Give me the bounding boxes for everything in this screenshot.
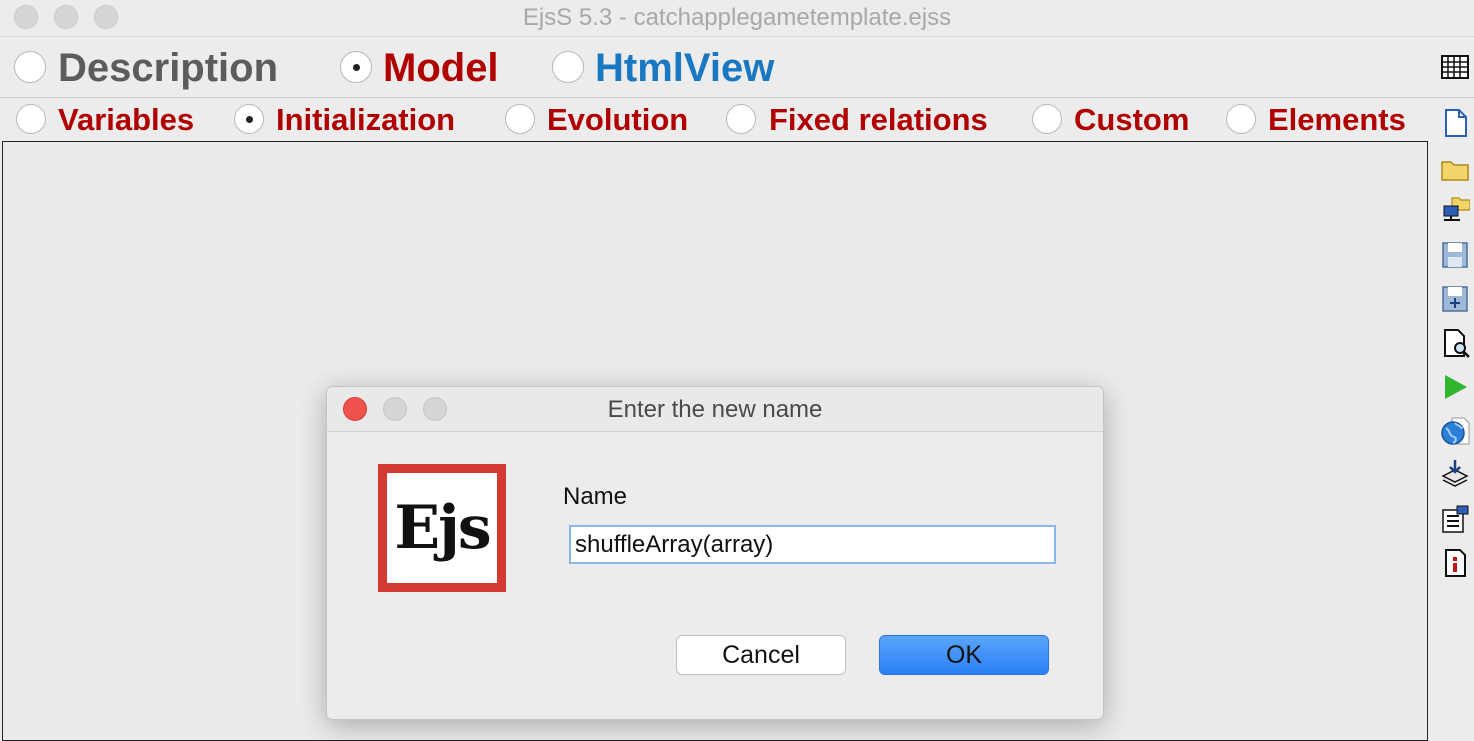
dialog-title: Enter the new name	[607, 396, 823, 423]
tab-description-radio[interactable]	[14, 51, 46, 83]
dialog-titlebar: Enter the new name	[327, 387, 1103, 432]
subtab-variables[interactable]: Variables	[58, 100, 194, 140]
run-icon[interactable]	[1440, 372, 1470, 402]
search-file-icon[interactable]	[1440, 328, 1470, 358]
tab-model-radio[interactable]	[340, 51, 372, 83]
right-toolbar	[1432, 40, 1474, 730]
open-folder-icon[interactable]	[1440, 154, 1470, 184]
subtab-initialization[interactable]: Initialization	[276, 100, 455, 140]
name-field-label: Name	[563, 483, 628, 510]
name-input[interactable]	[569, 525, 1056, 564]
rename-dialog: Enter the new name Ejs Name Cancel OK	[326, 386, 1104, 720]
tab-description[interactable]: Description	[58, 44, 278, 92]
subtab-variables-radio[interactable]	[16, 104, 46, 134]
ejs-logo: Ejs	[378, 464, 506, 592]
ok-button[interactable]: OK	[879, 635, 1049, 675]
subtab-elements[interactable]: Elements	[1268, 100, 1406, 140]
subtab-initialization-radio[interactable]	[234, 104, 264, 134]
tab-htmlview-radio[interactable]	[552, 51, 584, 83]
open-remote-icon[interactable]	[1440, 196, 1470, 226]
window-titlebar: EjsS 5.3 - catchapplegametemplate.ejss	[0, 0, 1474, 37]
options-icon[interactable]	[1440, 504, 1470, 534]
main-tab-bar: Description Model HtmlView	[0, 37, 1474, 98]
subtab-custom[interactable]: Custom	[1074, 100, 1189, 140]
web-icon[interactable]	[1440, 416, 1470, 446]
subtab-evolution[interactable]: Evolution	[547, 100, 688, 140]
save-icon[interactable]	[1440, 240, 1470, 270]
window-title: EjsS 5.3 - catchapplegametemplate.ejss	[522, 4, 952, 31]
tab-htmlview[interactable]: HtmlView	[595, 44, 774, 92]
cancel-button[interactable]: Cancel	[676, 635, 846, 675]
info-icon[interactable]	[1440, 548, 1470, 578]
subtab-elements-radio[interactable]	[1226, 104, 1256, 134]
subtab-fixed-relations-radio[interactable]	[726, 104, 756, 134]
new-file-icon[interactable]	[1440, 108, 1470, 138]
ejs-logo-text: Ejs	[387, 473, 497, 583]
subtab-custom-radio[interactable]	[1032, 104, 1062, 134]
download-icon[interactable]	[1440, 458, 1470, 488]
save-as-icon[interactable]	[1440, 284, 1470, 314]
subtab-fixed-relations[interactable]: Fixed relations	[769, 100, 988, 140]
tab-model[interactable]: Model	[383, 44, 499, 92]
table-icon[interactable]	[1440, 52, 1470, 82]
subtab-evolution-radio[interactable]	[505, 104, 535, 134]
model-sub-tab-bar: Variables Initialization Evolution Fixed…	[0, 98, 1430, 142]
